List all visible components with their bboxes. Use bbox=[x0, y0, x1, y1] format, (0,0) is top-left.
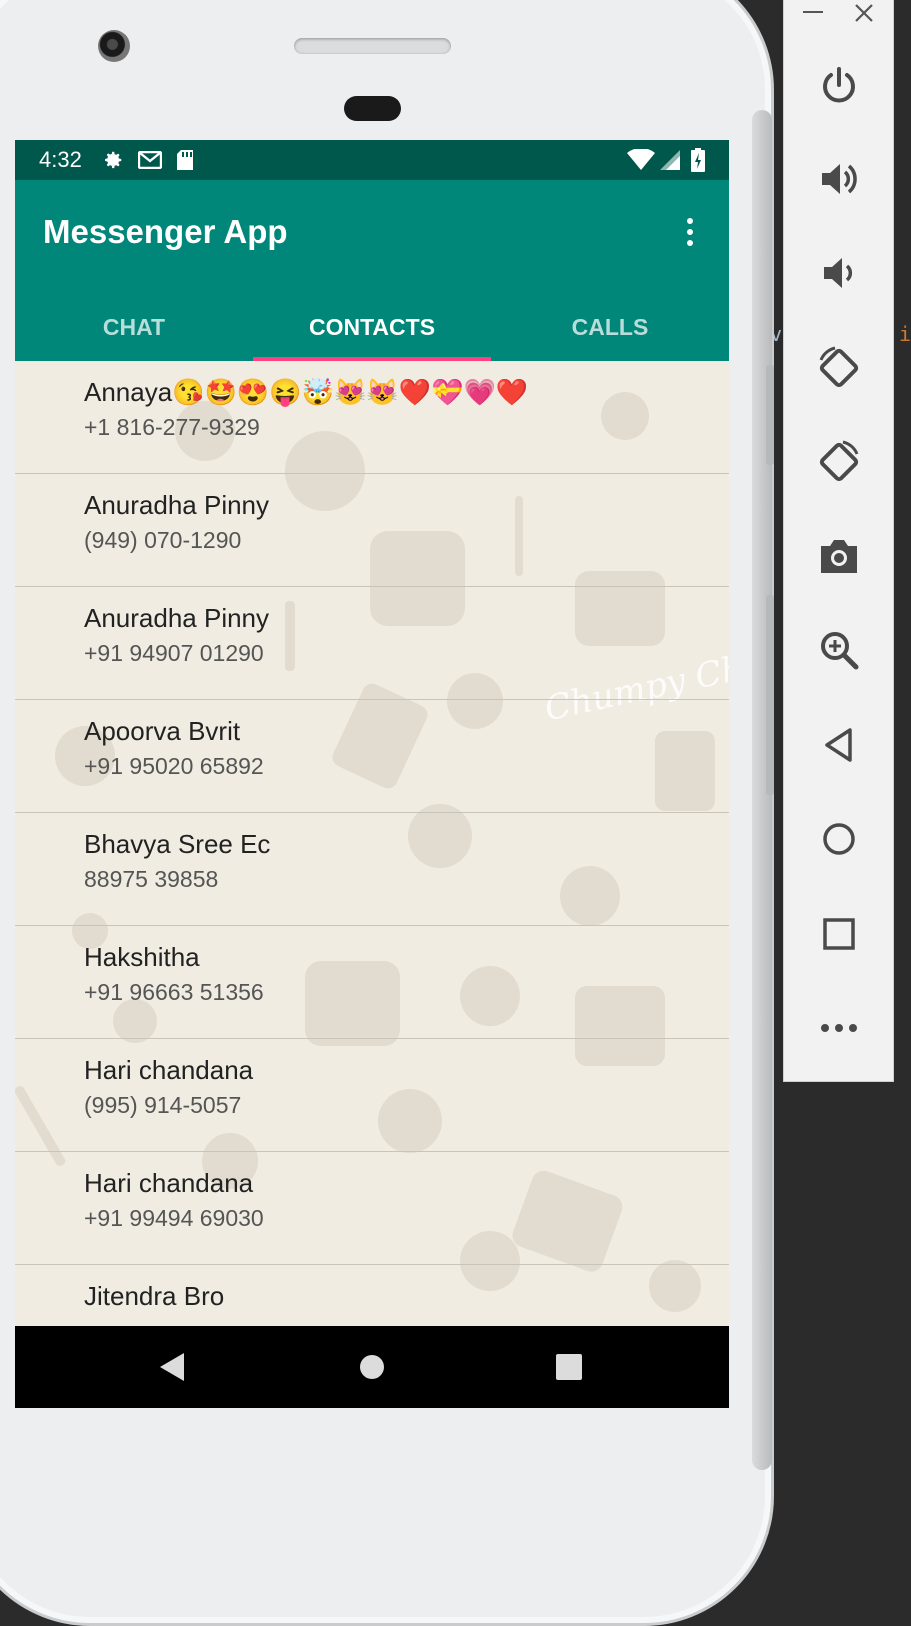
battery-charging-icon bbox=[691, 148, 705, 172]
contact-phone: +1 816-277-9329 bbox=[84, 414, 260, 440]
more-icon[interactable] bbox=[809, 998, 869, 1058]
device-screen: 4:32 Messenger App CHAT CONTACTS CALLS C… bbox=[15, 140, 729, 1408]
close-icon[interactable] bbox=[854, 3, 874, 23]
wifi-icon bbox=[627, 149, 655, 171]
minimize-icon[interactable] bbox=[802, 7, 824, 17]
tab-contacts[interactable]: CONTACTS bbox=[253, 293, 491, 361]
back-icon[interactable] bbox=[809, 715, 869, 775]
app-title: Messenger App bbox=[43, 213, 288, 250]
recents-square-icon[interactable] bbox=[555, 1352, 583, 1382]
app-bar: Messenger App CHAT CONTACTS CALLS bbox=[15, 180, 729, 361]
contact-name: Hakshitha bbox=[84, 942, 200, 972]
contact-name: Bhavya Sree Ec bbox=[84, 829, 271, 859]
list-item[interactable]: Hakshitha +91 96663 51356 bbox=[15, 926, 729, 1039]
zoom-icon[interactable] bbox=[809, 620, 869, 680]
status-bar: 4:32 bbox=[15, 140, 729, 180]
more-vert-icon[interactable] bbox=[675, 212, 705, 252]
ide-text-fragment: i bbox=[899, 322, 911, 346]
contact-phone: (949) 070-1290 bbox=[84, 527, 242, 553]
contact-phone: 88975 39858 bbox=[84, 866, 219, 892]
contact-name: Apoorva Bvrit bbox=[84, 716, 241, 746]
contact-name: Annaya😘🤩😍😝🤯😻😻❤️💝💗❤️ bbox=[84, 377, 529, 407]
phone-volume-button[interactable] bbox=[766, 595, 774, 795]
power-icon[interactable] bbox=[809, 55, 869, 115]
emulator-panel bbox=[783, 0, 894, 1082]
back-triangle-icon[interactable] bbox=[158, 1352, 186, 1382]
home-circle-icon[interactable] bbox=[358, 1352, 386, 1382]
rotate-right-icon[interactable] bbox=[809, 432, 869, 492]
contact-name: Anuradha Pinny bbox=[84, 490, 270, 520]
status-time: 4:32 bbox=[39, 147, 82, 172]
volume-up-icon[interactable] bbox=[809, 149, 869, 209]
contact-name: Jitendra Bro bbox=[84, 1281, 225, 1311]
sd-card-icon bbox=[176, 149, 194, 171]
contact-name: Hari chandana bbox=[84, 1168, 254, 1198]
gmail-icon bbox=[137, 151, 162, 169]
earpiece bbox=[344, 96, 401, 121]
contact-phone: (995) 914-5057 bbox=[84, 1092, 242, 1118]
phone-power-button[interactable] bbox=[766, 365, 774, 465]
rotate-left-icon[interactable] bbox=[809, 338, 869, 398]
list-item[interactable]: Anuradha Pinny (949) 070-1290 bbox=[15, 474, 729, 587]
contact-phone: +91 95020 65892 bbox=[84, 753, 264, 779]
list-item[interactable]: Bhavya Sree Ec 88975 39858 bbox=[15, 813, 729, 926]
contact-name: Hari chandana bbox=[84, 1055, 254, 1085]
list-item[interactable]: Hari chandana (995) 914-5057 bbox=[15, 1039, 729, 1152]
screenshot-icon[interactable] bbox=[809, 526, 869, 586]
contact-phone: +91 99494 69030 bbox=[84, 1205, 264, 1231]
front-camera-icon bbox=[98, 30, 130, 62]
contact-phone: +91 96663 51356 bbox=[84, 979, 264, 1005]
volume-down-icon[interactable] bbox=[809, 243, 869, 303]
signal-icon bbox=[659, 149, 681, 171]
list-item[interactable]: Anuradha Pinny +91 94907 01290 bbox=[15, 587, 729, 700]
home-icon[interactable] bbox=[809, 809, 869, 869]
list-item[interactable]: Annaya😘🤩😍😝🤯😻😻❤️💝💗❤️ +1 816-277-9329 bbox=[15, 361, 729, 474]
contacts-list[interactable]: Chumpy Chikito Annaya😘🤩😍😝🤯😻😻❤️💝💗❤️ +1 81… bbox=[15, 361, 729, 1326]
tab-bar: CHAT CONTACTS CALLS bbox=[15, 293, 729, 361]
speaker-grille bbox=[294, 38, 451, 54]
overview-icon[interactable] bbox=[809, 904, 869, 964]
tab-calls[interactable]: CALLS bbox=[491, 293, 729, 361]
list-item[interactable]: Jitendra Bro bbox=[15, 1265, 729, 1326]
navigation-bar bbox=[15, 1326, 729, 1408]
list-item[interactable]: Hari chandana +91 99494 69030 bbox=[15, 1152, 729, 1265]
list-item[interactable]: Apoorva Bvrit +91 95020 65892 bbox=[15, 700, 729, 813]
contact-name: Anuradha Pinny bbox=[84, 603, 270, 633]
contact-phone: +91 94907 01290 bbox=[84, 640, 264, 666]
gear-icon bbox=[102, 149, 124, 171]
tab-chat[interactable]: CHAT bbox=[15, 293, 253, 361]
